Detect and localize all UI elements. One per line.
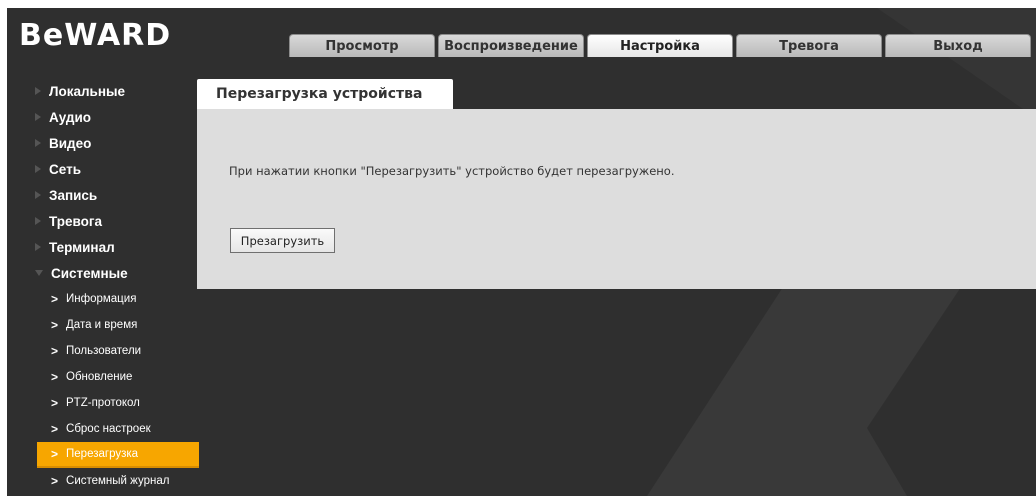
sidebar-item-reboot[interactable]: > Перезагрузка [37,442,199,468]
sidebar-group-alarm[interactable]: Тревога [35,208,205,234]
sidebar-item-label: Обновление [66,371,133,383]
chevron-right-icon: > [51,396,59,410]
sidebar-item-label: Пользователи [66,345,142,357]
sidebar-item-label: Дата и время [66,319,138,331]
chevron-right-icon: > [51,447,59,461]
chevron-right-icon: > [51,318,59,332]
triangle-right-icon [35,191,41,199]
triangle-down-icon [35,270,43,276]
sidebar-group-video[interactable]: Видео [35,130,205,156]
content-panel: Перезагрузка устройства При нажатии кноп… [197,79,1036,289]
triangle-right-icon [35,139,41,147]
sidebar-group-network[interactable]: Сеть [35,156,205,182]
tab-alarm[interactable]: Тревога [736,34,882,57]
sidebar-group-label: Аудио [49,109,92,125]
sidebar-item-info[interactable]: > Информация [37,286,199,312]
sidebar-group-record[interactable]: Запись [35,182,205,208]
sidebar-item-datetime[interactable]: > Дата и время [37,312,199,338]
sidebar-group-label: Видео [49,135,92,151]
sidebar-group-label: Тревога [49,213,102,229]
sidebar-item-label: Сброс настроек [66,423,151,435]
sidebar-group-audio[interactable]: Аудио [35,104,205,130]
reboot-description: При нажатии кнопки "Перезагрузить" устро… [229,164,675,178]
sidebar-group-label: Терминал [49,239,115,255]
sidebar-item-label: Информация [66,293,137,305]
sidebar-group-system[interactable]: Системные [35,260,205,286]
tab-view[interactable]: Просмотр [289,34,435,57]
tab-playback[interactable]: Воспроизведение [438,34,584,57]
chevron-right-icon: > [51,344,59,358]
app-frame: BeWARD Просмотр Воспроизведение Настройк… [7,8,1036,496]
tab-logout[interactable]: Выход [885,34,1031,57]
sidebar-item-ptz[interactable]: > PTZ-протокол [37,390,199,416]
sidebar-group-label: Запись [49,187,98,203]
tab-settings[interactable]: Настройка [587,34,733,57]
sidebar-group-label: Локальные [49,83,126,99]
triangle-right-icon [35,217,41,225]
sidebar-item-label: PTZ-протокол [66,397,140,409]
chevron-right-icon: > [51,474,59,488]
sidebar-group-label: Системные [51,265,128,281]
triangle-right-icon [35,113,41,121]
sidebar-item-syslog[interactable]: > Системный журнал [37,468,199,494]
panel-body: При нажатии кнопки "Перезагрузить" устро… [197,109,1036,289]
chevron-right-icon: > [51,422,59,436]
chevron-right-icon: > [51,370,59,384]
main-tabs: Просмотр Воспроизведение Настройка Трево… [289,34,1034,58]
triangle-right-icon [35,87,41,95]
sidebar-item-reset[interactable]: > Сброс настроек [37,416,199,442]
sidebar-group-local[interactable]: Локальные [35,78,205,104]
chevron-right-icon: > [51,292,59,306]
sidebar-group-label: Сеть [49,161,81,177]
triangle-right-icon [35,243,41,251]
sidebar-item-update[interactable]: > Обновление [37,364,199,390]
reboot-button[interactable]: Презагрузить [230,228,335,253]
brand-logo: BeWARD [19,18,172,53]
sidebar-item-label: Системный журнал [66,475,170,487]
sidebar-item-users[interactable]: > Пользователи [37,338,199,364]
triangle-right-icon [35,165,41,173]
sidebar: Локальные Аудио Видео Сеть Запись Тревог… [35,78,205,494]
sidebar-group-terminal[interactable]: Терминал [35,234,205,260]
panel-title: Перезагрузка устройства [197,79,453,109]
sidebar-item-label: Перезагрузка [66,448,139,460]
